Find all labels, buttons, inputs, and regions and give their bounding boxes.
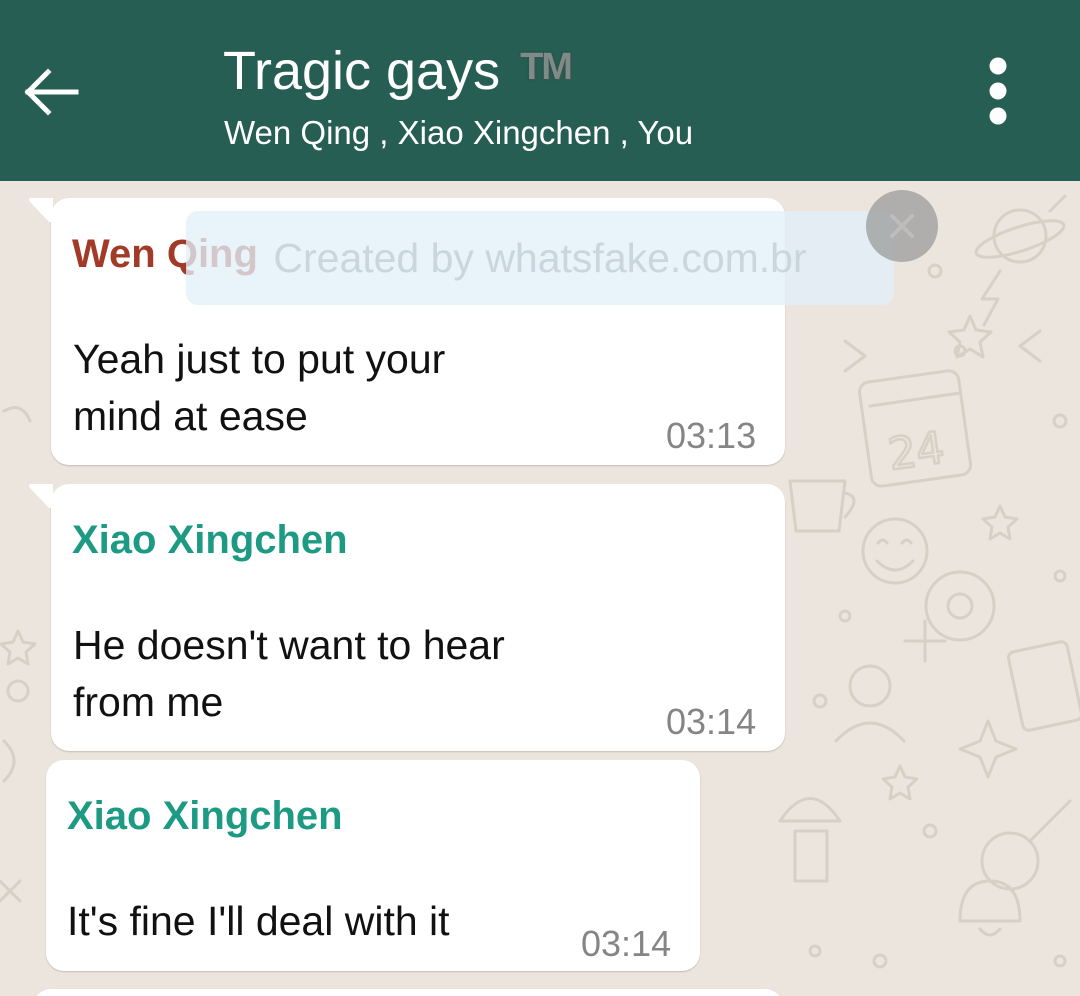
message-text-line: He doesn't want to hear — [73, 622, 505, 668]
message-text-line: It's fine I'll deal with it — [67, 898, 450, 944]
message-list[interactable]: 24 Wen Qing Yeah just to put your mind a… — [0, 181, 1080, 996]
message-timestamp: 03:14 — [581, 923, 672, 964]
close-icon — [890, 214, 914, 238]
more-vertical-icon — [989, 57, 1007, 125]
group-title: Tragic gays — [223, 41, 501, 101]
message-timestamp: 03:14 — [666, 701, 757, 742]
arrow-left-icon — [24, 68, 79, 116]
watermark-close-button[interactable] — [866, 190, 938, 262]
back-button[interactable] — [18, 58, 84, 124]
trademark-emoji: TM — [520, 45, 573, 88]
watermark-text: Created by whatsfake.com.br — [273, 235, 807, 281]
message-bubble-3[interactable]: Xiao Xingchen It's fine I'll deal with i… — [46, 760, 700, 971]
bubble-tail — [29, 198, 53, 222]
message-sender: Xiao Xingchen — [72, 518, 348, 562]
bubble-tail — [29, 484, 53, 508]
message-text-line: Yeah just to put your — [73, 336, 446, 382]
message-bubble-2[interactable]: Xiao Xingchen He doesn't want to hear fr… — [29, 484, 785, 751]
group-participants: Wen Qing , Xiao Xingchen , You — [224, 114, 694, 151]
more-options-button[interactable] — [976, 55, 1020, 127]
group-title-area[interactable]: Tragic gays TM — [223, 38, 573, 104]
message-sender: Xiao Xingchen — [67, 794, 343, 838]
message-text-line: from me — [73, 679, 224, 725]
chat-header: Tragic gays TM Wen Qing , Xiao Xingchen … — [0, 0, 1080, 181]
message-timestamp: 03:13 — [666, 415, 757, 456]
message-bubble-partial[interactable] — [33, 989, 783, 996]
message-text-line: mind at ease — [73, 393, 308, 439]
svg-text:24: 24 — [885, 422, 948, 480]
